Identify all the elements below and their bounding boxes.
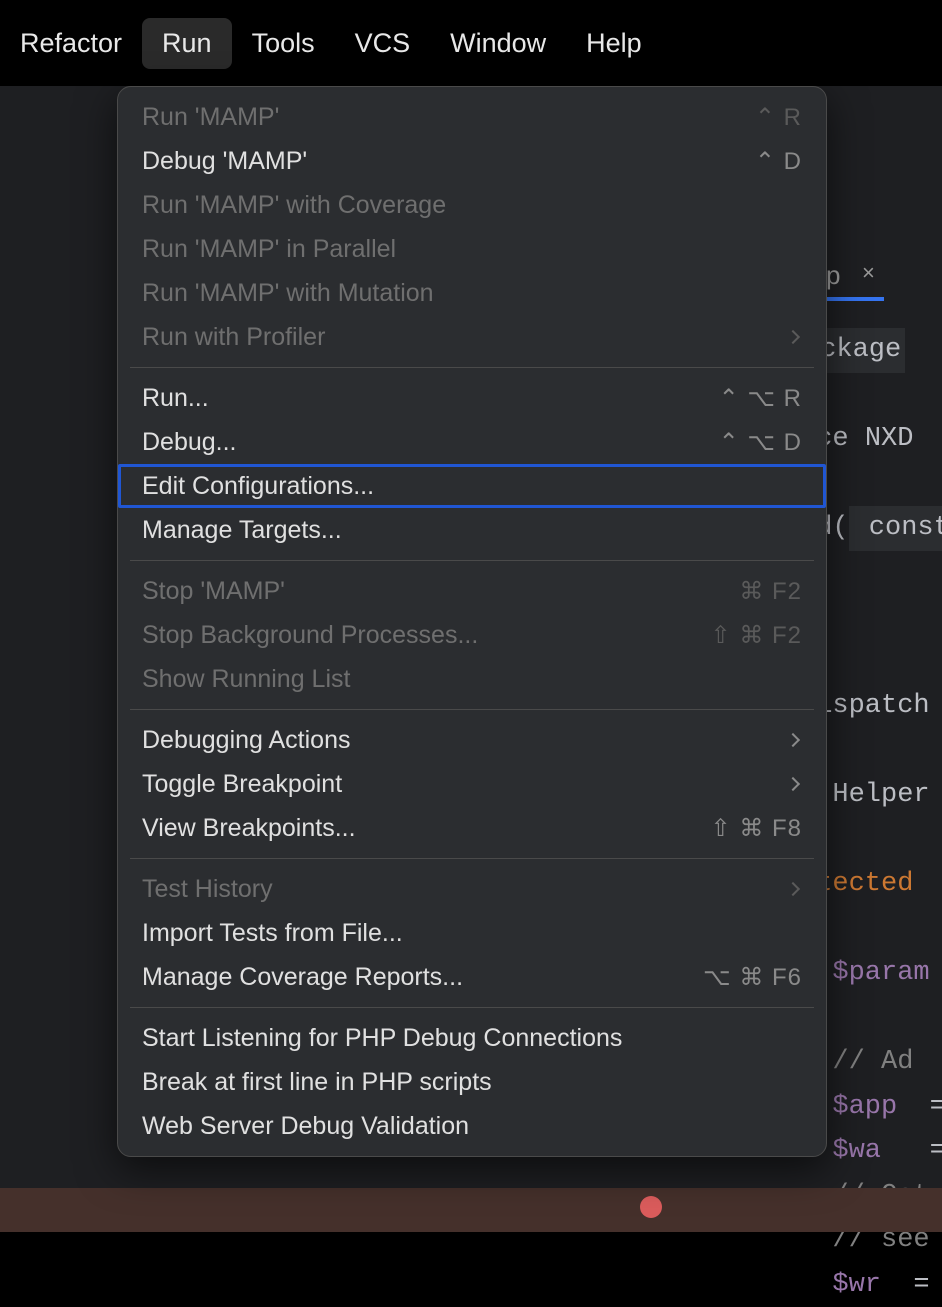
- menu-item-run-mamp-in-parallel: Run 'MAMP' in Parallel: [118, 227, 826, 271]
- menubar-item-help[interactable]: Help: [566, 18, 662, 69]
- menu-item-label: Stop Background Processes...: [142, 621, 478, 650]
- menu-item-label: Run 'MAMP' with Mutation: [142, 279, 434, 308]
- menu-shortcut: ⇧ ⌘ F2: [711, 621, 802, 650]
- menu-item-label: Web Server Debug Validation: [142, 1112, 469, 1141]
- menubar-item-tools[interactable]: Tools: [232, 18, 335, 69]
- menu-item-break-at-first-line-in-php-scripts[interactable]: Break at first line in PHP scripts: [118, 1060, 826, 1104]
- menu-item-debugging-actions[interactable]: Debugging Actions: [118, 718, 826, 762]
- chevron-right-icon: [786, 777, 800, 791]
- editor-tab[interactable]: p ×: [822, 236, 942, 301]
- menu-item-stop-mamp: Stop 'MAMP' ⌘ F2: [118, 569, 826, 613]
- tab-active-indicator: [822, 297, 884, 301]
- menu-item-label: Debugging Actions: [142, 726, 350, 755]
- menu-item-label: Run...: [142, 384, 209, 413]
- chevron-right-icon: [786, 330, 800, 344]
- menu-item-label: Show Running List: [142, 665, 350, 694]
- menu-item-label: Manage Targets...: [142, 516, 342, 545]
- menu-shortcut: ⌃ R: [755, 103, 802, 132]
- chevron-right-icon: [786, 882, 800, 896]
- menu-item-toggle-breakpoint[interactable]: Toggle Breakpoint: [118, 762, 826, 806]
- menu-item-run-mamp-with-coverage: Run 'MAMP' with Coverage: [118, 183, 826, 227]
- menu-item-import-tests-from-file[interactable]: Import Tests from File...: [118, 911, 826, 955]
- menu-shortcut: ⌃ ⌥ D: [719, 428, 802, 457]
- menubar: RefactorRunToolsVCSWindowHelp: [0, 0, 942, 86]
- menu-item-label: Stop 'MAMP': [142, 577, 285, 606]
- code-line: $wr =: [800, 1263, 942, 1307]
- run-menu-dropdown: Run 'MAMP' ⌃ R Debug 'MAMP' ⌃ D Run 'MAMP' w…: [117, 86, 827, 1157]
- menu-item-debug[interactable]: Debug... ⌃ ⌥ D: [118, 420, 826, 464]
- menu-item-label: Debug 'MAMP': [142, 147, 307, 176]
- menu-item-label: Debug...: [142, 428, 237, 457]
- chevron-right-icon: [786, 733, 800, 747]
- menubar-item-vcs[interactable]: VCS: [335, 18, 431, 69]
- menu-item-run-with-profiler: Run with Profiler: [118, 315, 826, 359]
- menu-item-label: View Breakpoints...: [142, 814, 356, 843]
- menu-item-label: Run 'MAMP' with Coverage: [142, 191, 446, 220]
- menu-separator: [130, 367, 814, 368]
- menu-separator: [130, 709, 814, 710]
- menu-item-manage-targets[interactable]: Manage Targets...: [118, 508, 826, 552]
- menu-shortcut: ⌘ F2: [739, 577, 802, 606]
- menu-shortcut: ⌃ ⌥ R: [719, 384, 802, 413]
- menu-shortcut: ⌃ D: [755, 147, 802, 176]
- menu-item-stop-background-processes: Stop Background Processes... ⇧ ⌘ F2: [118, 613, 826, 657]
- close-icon[interactable]: ×: [862, 260, 875, 286]
- menubar-item-refactor[interactable]: Refactor: [0, 18, 142, 69]
- menu-item-label: Toggle Breakpoint: [142, 770, 342, 799]
- menu-item-test-history: Test History: [118, 867, 826, 911]
- menu-item-view-breakpoints[interactable]: View Breakpoints... ⇧ ⌘ F8: [118, 806, 826, 850]
- menu-separator: [130, 858, 814, 859]
- menu-shortcut: ⌥ ⌘ F6: [703, 963, 802, 992]
- breakpoint-icon[interactable]: [640, 1196, 662, 1218]
- menu-item-label: Manage Coverage Reports...: [142, 963, 463, 992]
- menu-item-label: Break at first line in PHP scripts: [142, 1068, 492, 1097]
- menu-item-label: Run with Profiler: [142, 323, 325, 352]
- tab-label: p: [826, 260, 840, 291]
- menu-shortcut: ⇧ ⌘ F8: [711, 814, 802, 843]
- menu-item-show-running-list: Show Running List: [118, 657, 826, 701]
- menu-item-label: Run 'MAMP' in Parallel: [142, 235, 396, 264]
- menu-item-label: Import Tests from File...: [142, 919, 403, 948]
- menubar-item-window[interactable]: Window: [430, 18, 566, 69]
- menu-item-edit-configurations[interactable]: Edit Configurations...: [118, 464, 826, 508]
- menu-separator: [130, 1007, 814, 1008]
- menubar-item-run[interactable]: Run: [142, 18, 232, 69]
- menu-item-label: Edit Configurations...: [142, 472, 374, 501]
- menu-separator: [130, 560, 814, 561]
- menu-item-label: Test History: [142, 875, 273, 904]
- menu-item-web-server-debug-validation[interactable]: Web Server Debug Validation: [118, 1104, 826, 1148]
- menu-item-label: Run 'MAMP': [142, 103, 279, 132]
- menu-item-run-mamp-with-mutation: Run 'MAMP' with Mutation: [118, 271, 826, 315]
- menu-item-debug-mamp[interactable]: Debug 'MAMP' ⌃ D: [118, 139, 826, 183]
- menu-item-label: Start Listening for PHP Debug Connection…: [142, 1024, 622, 1053]
- menu-item-run[interactable]: Run... ⌃ ⌥ R: [118, 376, 826, 420]
- menu-item-run-mamp: Run 'MAMP' ⌃ R: [118, 95, 826, 139]
- menu-item-manage-coverage-reports[interactable]: Manage Coverage Reports... ⌥ ⌘ F6: [118, 955, 826, 999]
- menu-item-start-listening-for-php-debug-connections[interactable]: Start Listening for PHP Debug Connection…: [118, 1016, 826, 1060]
- breakpoint-line-highlight: [0, 1188, 942, 1232]
